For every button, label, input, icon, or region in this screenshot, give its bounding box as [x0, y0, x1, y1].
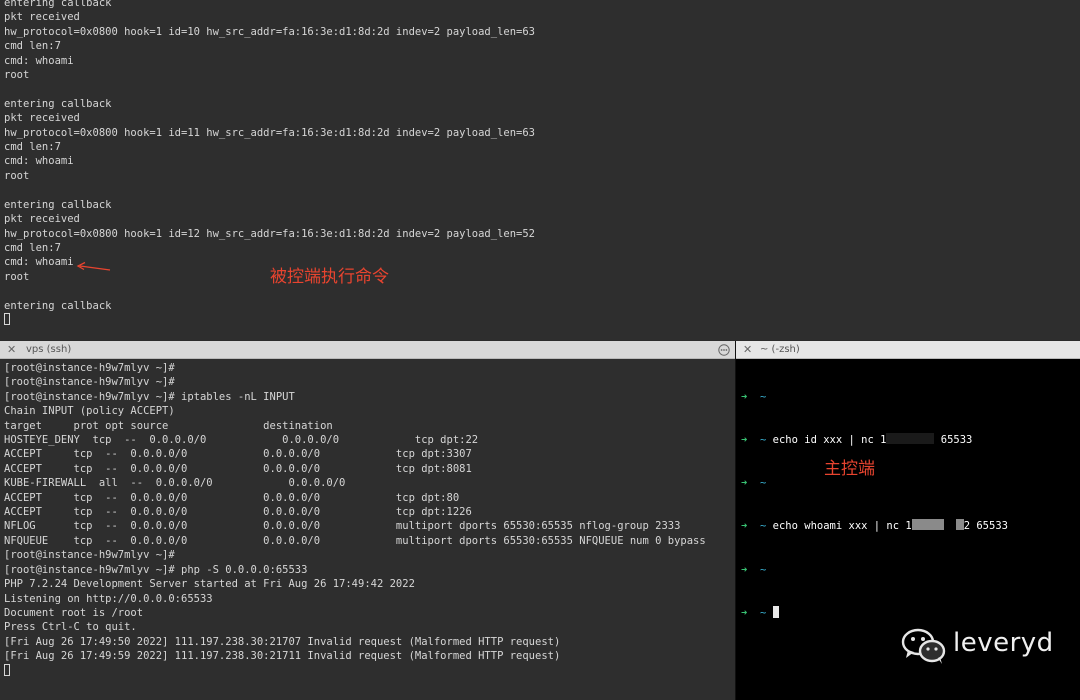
zsh-terminal-output: ➜ ~ ➜ ~ echo id xxx | nc 1 65533 ➜ ~ ➜ ~… [741, 361, 1008, 649]
controlled-side-annotation: 被控端执行命令 [270, 267, 389, 287]
prompt-line: ➜ ~ [741, 605, 1008, 620]
tab-title-ssh[interactable]: vps (ssh) [26, 344, 71, 355]
prompt-arrow-icon: ➜ [741, 563, 748, 576]
prompt-arrow-icon: ➜ [741, 390, 748, 403]
terminal-line: entering callback [4, 299, 112, 312]
prompt-line: ➜ ~ [741, 390, 1008, 404]
terminal-line: hw_protocol=0x0800 hook=1 id=11 hw_src_a… [4, 126, 536, 139]
terminal-line: cmd len:7 [4, 241, 61, 254]
terminal-cursor [772, 605, 779, 618]
terminal-line: cmd: whoami [4, 155, 74, 168]
terminal-line: NFLOG tcp -- 0.0.0.0/0 0.0.0.0/0 multipo… [4, 520, 681, 533]
terminal-line: ACCEPT tcp -- 0.0.0.0/0 0.0.0.0/0 tcp dp… [4, 491, 460, 504]
terminal-cursor [4, 312, 10, 325]
prompt-dir: ~ [759, 434, 767, 447]
terminal-line: pkt received [4, 112, 80, 125]
wechat-watermark: leveryd [900, 626, 1053, 666]
terminal-line: pkt received [4, 11, 80, 24]
terminal-line: [root@instance-h9w7mlyv ~]# [4, 362, 175, 374]
terminal-cursor-line [4, 663, 706, 678]
terminal-line: [root@instance-h9w7mlyv ~]# php -S 0.0.0… [4, 563, 308, 576]
terminal-line: Listening on http://0.0.0.0:65533 [4, 592, 213, 605]
terminal-line: [root@instance-h9w7mlyv ~]# iptables -nL… [4, 390, 295, 403]
prompt-dir: ~ [759, 563, 767, 576]
command-port: 65533 [940, 434, 973, 447]
terminal-line: HOSTEYE_DENY tcp -- 0.0.0.0/0 0.0.0.0/0 … [4, 434, 479, 447]
terminal-line: KUBE-FIREWALL all -- 0.0.0.0/0 0.0.0.0/0 [4, 477, 346, 490]
prompt-dir: ~ [759, 606, 767, 619]
terminal-line: pkt received [4, 213, 80, 226]
terminal-line: root [4, 169, 30, 182]
terminal-line: ACCEPT tcp -- 0.0.0.0/0 0.0.0.0/0 tcp dp… [4, 462, 472, 475]
prompt-arrow-icon: ➜ [741, 606, 748, 619]
terminal-line: hw_protocol=0x0800 hook=1 id=10 hw_src_a… [4, 25, 536, 38]
terminal-line: entering callback [4, 0, 112, 9]
terminal-cursor-line [4, 312, 535, 327]
terminal-line: Press Ctrl-C to quit. [4, 621, 137, 634]
tab-title-zsh[interactable]: ~ (-zsh) [760, 344, 800, 355]
redacted-ip [886, 433, 935, 445]
prompt-arrow-icon: ➜ [741, 477, 748, 490]
terminal-line: entering callback [4, 198, 112, 211]
terminal-cursor [4, 663, 10, 676]
terminal-line: root [4, 69, 30, 82]
terminal-line: [root@instance-h9w7mlyv ~]# [4, 549, 175, 562]
prompt-dir: ~ [759, 520, 767, 533]
terminal-line: ACCEPT tcp -- 0.0.0.0/0 0.0.0.0/0 tcp dp… [4, 448, 472, 461]
close-icon[interactable]: ✕ [743, 343, 752, 356]
annotation-arrow-icon [76, 261, 111, 271]
terminal-line: ACCEPT tcp -- 0.0.0.0/0 0.0.0.0/0 tcp dp… [4, 506, 472, 519]
command-text: echo whoami xxx | nc 1 [772, 520, 912, 533]
ssh-terminal-pane[interactable]: [root@instance-h9w7mlyv ~]# [root@instanc… [0, 359, 735, 700]
terminal-line: target prot opt source destination [4, 419, 333, 432]
terminal-line: [root@instance-h9w7mlyv ~]# [4, 376, 175, 389]
redacted-ip [911, 519, 944, 531]
prompt-dir: ~ [759, 390, 767, 403]
prompt-arrow-icon: ➜ [741, 434, 748, 447]
terminal-line: hw_protocol=0x0800 hook=1 id=12 hw_src_a… [4, 227, 536, 240]
terminal-line: [Fri Aug 26 17:49:59 2022] 111.197.238.3… [4, 650, 561, 663]
ssh-terminal-output: [root@instance-h9w7mlyv ~]# [root@instanc… [4, 361, 706, 678]
terminal-line: entering callback [4, 97, 112, 110]
terminal-line: NFQUEUE tcp -- 0.0.0.0/0 0.0.0.0/0 multi… [4, 534, 706, 547]
terminal-line: PHP 7.2.24 Development Server started at… [4, 578, 415, 591]
prompt-arrow-icon: ➜ [741, 520, 748, 533]
wechat-icon [901, 628, 946, 664]
prompt-dir: ~ [759, 477, 767, 490]
controlled-terminal-pane[interactable]: entering callback pkt received hw_protocol… [0, 0, 1080, 340]
more-options-icon[interactable] [718, 344, 730, 356]
prompt-line: ➜ ~ echo whoami xxx | nc 1 2 65533 [741, 519, 1008, 533]
watermark-text: leveryd [953, 628, 1054, 658]
terminal-line: cmd len:7 [4, 141, 61, 154]
terminal-line: Chain INPUT (policy ACCEPT) [4, 405, 175, 418]
prompt-line: ➜ ~ [741, 563, 1008, 577]
prompt-line: ➜ ~ echo id xxx | nc 1 65533 [741, 433, 1008, 447]
terminal-line: cmd len:7 [4, 40, 61, 53]
redacted-ip [955, 519, 964, 531]
terminal-line: [Fri Aug 26 17:49:50 2022] 111.197.238.3… [4, 635, 561, 648]
ssh-tab-bar[interactable]: ✕ vps (ssh) [0, 341, 735, 359]
zsh-tab-bar[interactable]: ✕ ~ (-zsh) [736, 341, 1080, 359]
close-icon[interactable]: ✕ [7, 343, 16, 356]
terminal-line: cmd: whoami [4, 54, 74, 67]
terminal-line: Document root is /root [4, 606, 144, 619]
controller-side-annotation: 主控端 [824, 459, 875, 479]
command-port: 2 65533 [963, 520, 1008, 533]
command-text: echo id xxx | nc 1 [772, 434, 887, 447]
